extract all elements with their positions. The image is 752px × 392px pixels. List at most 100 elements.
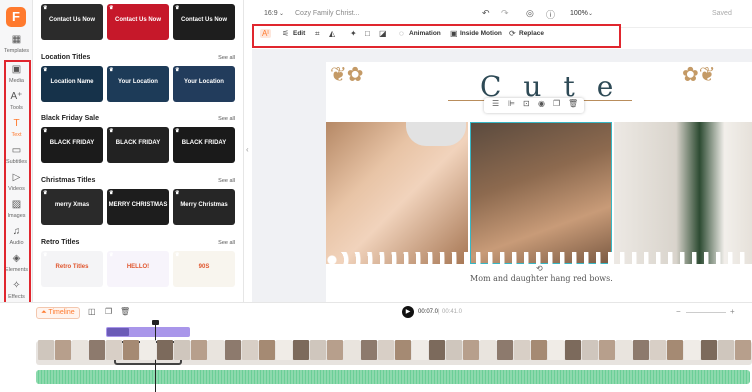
layers-icon[interactable]: ☰ <box>492 99 499 108</box>
shadow-icon[interactable]: ◪ <box>379 29 387 38</box>
video-frame <box>242 340 258 360</box>
thumbnail-text: merry Xmas <box>54 202 90 208</box>
timeline-copy-icon[interactable]: ❐ <box>105 307 112 316</box>
align-icon[interactable]: ⊫ <box>508 99 515 108</box>
template-thumbnail[interactable]: ♛ BLACK FRIDAY <box>173 127 235 163</box>
thumbnail-text: BLACK FRIDAY <box>49 140 95 146</box>
template-thumbnail[interactable]: ♛ Retro Titles <box>41 251 103 287</box>
zoom-in-icon[interactable]: + <box>730 307 735 316</box>
section-title: Retro Titles <box>41 239 80 246</box>
video-frame <box>412 340 428 360</box>
thumbnail-text: BLACK FRIDAY <box>115 140 161 146</box>
timeline-toggle[interactable]: ⏶ Timeline <box>36 307 80 319</box>
template-thumbnail[interactable]: ♛ Location Name <box>41 66 103 102</box>
inside-motion-button[interactable]: Inside Motion <box>460 30 502 37</box>
video-frame <box>123 340 139 360</box>
thumbnail-text: Retro Titles <box>55 264 89 270</box>
thumbnail-text: Merry Christmas <box>180 202 228 208</box>
rail-item-templates[interactable]: ▦ Templates <box>1 33 32 59</box>
video-frame <box>225 340 241 360</box>
template-thumbnail[interactable]: ♛ Your Location <box>173 66 235 102</box>
video-frame <box>191 340 207 360</box>
see-all-link[interactable]: See all <box>218 55 235 61</box>
flip-icon[interactable]: ◭ <box>329 29 335 38</box>
animation-button[interactable]: Animation <box>409 30 441 37</box>
duplicate-icon[interactable]: ❐ <box>553 99 560 108</box>
zoom-out-icon[interactable]: − <box>676 307 681 316</box>
template-thumbnail[interactable]: ♛ Your Location <box>107 66 169 102</box>
photo-caption[interactable]: Mom and daughter hang red bows. <box>470 274 613 283</box>
thumbnail-text: Contact Us Now <box>180 17 227 23</box>
replace-icon[interactable]: ⟳ <box>509 29 516 38</box>
see-all-link[interactable]: See all <box>218 116 235 122</box>
rail-item-label: Templates <box>3 48 30 54</box>
help-icon[interactable]: ⓘ <box>546 8 555 21</box>
see-all-link[interactable]: See all <box>218 240 235 246</box>
video-frame <box>667 340 683 360</box>
template-thumbnail[interactable]: ♛ Contact Us Now <box>107 4 169 40</box>
video-frame <box>140 340 156 360</box>
see-all-link[interactable]: See all <box>218 178 235 184</box>
video-frame <box>497 340 513 360</box>
template-thumbnail[interactable]: ♛ Contact Us Now <box>41 4 103 40</box>
timeline-delete-icon[interactable]: 🗑 <box>120 307 130 316</box>
template-thumbnail[interactable]: ♛ HELLO! <box>107 251 169 287</box>
template-thumbnail[interactable]: ♛ MERRY CHRISTMAS <box>107 189 169 225</box>
edit-button[interactable]: Edit <box>293 30 305 37</box>
template-thumbnail[interactable]: ♛ BLACK FRIDAY <box>41 127 103 163</box>
template-thumbnail[interactable]: ♛ Merry Christmas <box>173 189 235 225</box>
edit-icon[interactable]: ⚟ <box>282 29 289 38</box>
replace-button[interactable]: Replace <box>519 30 544 37</box>
audio-track[interactable] <box>36 370 750 384</box>
ai-text-icon[interactable]: Aᴵ <box>260 29 271 38</box>
asset-panel: ♛ Contact Us Now ♛ Contact Us Now ♛ Contact U… <box>34 0 244 305</box>
selection-outline <box>470 122 612 264</box>
template-thumbnail[interactable]: ♛ merry Xmas <box>41 189 103 225</box>
split-icon[interactable]: ◫ <box>88 307 96 316</box>
crop-icon[interactable]: ⌗ <box>315 29 320 39</box>
screenshot-icon[interactable]: ◎ <box>526 8 534 19</box>
project-title[interactable]: Cozy Family Christ... <box>295 10 360 17</box>
magic-icon[interactable]: ✦ <box>350 29 357 38</box>
video-frame <box>293 340 309 360</box>
aspect-ratio-select[interactable]: 16:9 <box>264 10 278 17</box>
photo-left[interactable] <box>326 122 468 264</box>
video-frame <box>684 340 700 360</box>
border-icon[interactable]: □ <box>365 29 370 38</box>
video-frame <box>480 340 496 360</box>
copy-style-icon[interactable]: ◉ <box>538 99 545 108</box>
rotate-handle-icon[interactable]: ⟲ <box>536 264 543 273</box>
zoom-level[interactable]: 100% <box>570 10 588 17</box>
delete-icon[interactable]: 🗑 <box>568 99 578 108</box>
photo-middle[interactable] <box>470 122 612 264</box>
text-clip-thumb <box>107 328 129 336</box>
template-thumbnail[interactable]: ♛ 90S <box>173 251 235 287</box>
thumbnail-text: Your Location <box>184 79 224 85</box>
chevron-down-icon: ⌄ <box>279 11 285 17</box>
crown-icon: ♛ <box>43 128 48 134</box>
template-thumbnail[interactable]: ♛ Contact Us Now <box>173 4 235 40</box>
crown-icon: ♛ <box>43 67 48 73</box>
animation-icon[interactable]: ◌ <box>399 29 404 38</box>
time-total: 00:41.0 <box>442 309 463 315</box>
undo-icon[interactable]: ↶ <box>482 8 490 19</box>
saved-status: Saved <box>712 10 732 17</box>
video-frame <box>259 340 275 360</box>
floral-decoration-left: ❦✿ <box>330 64 364 86</box>
photo-right[interactable] <box>614 122 752 264</box>
thumbnail-text: 90S <box>198 264 210 270</box>
play-button[interactable]: ▶ <box>402 306 414 318</box>
template-thumbnail[interactable]: ♛ BLACK FRIDAY <box>107 127 169 163</box>
video-frame <box>599 340 615 360</box>
video-frame <box>55 340 71 360</box>
playhead-handle[interactable] <box>152 320 159 325</box>
zoom-slider-track[interactable] <box>686 312 726 313</box>
rail-highlight-box <box>4 60 31 338</box>
inside-motion-icon[interactable]: ▣ <box>450 29 458 38</box>
lock-icon[interactable]: ⊡ <box>523 99 530 108</box>
crown-icon: ♛ <box>109 190 114 196</box>
video-frame <box>157 340 173 360</box>
redo-icon[interactable]: ↷ <box>501 8 509 19</box>
crown-icon: ♛ <box>109 5 114 11</box>
thumbnail-text: Your Location <box>118 79 158 85</box>
